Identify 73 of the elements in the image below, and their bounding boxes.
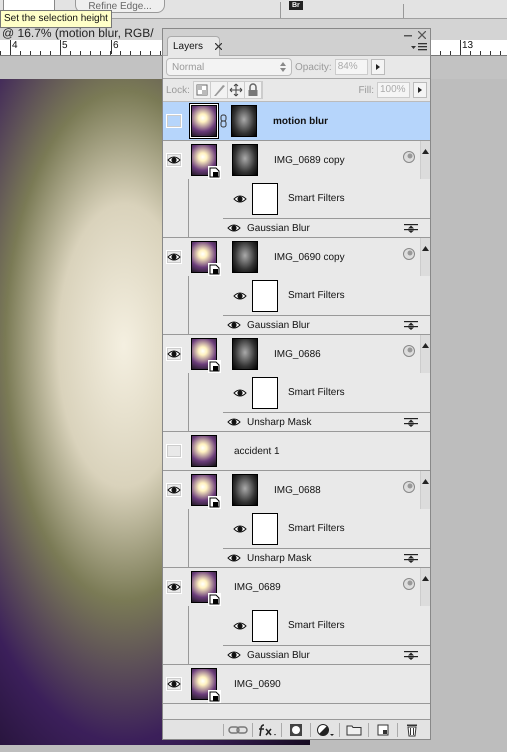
lock-label: Lock: xyxy=(166,84,190,96)
eye-icon[interactable] xyxy=(227,417,241,427)
blending-options-icon[interactable] xyxy=(404,553,418,563)
layer-row[interactable]: IMG_0689 copy xyxy=(163,141,430,179)
layer-name: IMG_0689 xyxy=(234,582,281,592)
eye-icon[interactable] xyxy=(233,620,247,630)
fill-label: Fill: xyxy=(358,84,374,96)
smart-filter-icon xyxy=(402,344,416,358)
ruler-label: 4 xyxy=(10,40,18,54)
eye-icon[interactable] xyxy=(233,388,247,398)
ruler-label: 6 xyxy=(111,40,119,54)
filter-name: Unsharp Mask xyxy=(247,416,312,428)
layer-name: IMG_0689 copy xyxy=(274,154,345,166)
filter-name: Unsharp Mask xyxy=(247,552,312,564)
smart-filters-label: Smart Filters xyxy=(288,620,345,631)
eye-icon[interactable] xyxy=(227,320,241,330)
blending-options-icon[interactable] xyxy=(404,320,418,330)
ruler-label: 13 xyxy=(460,40,474,54)
layer-row[interactable]: accident 1 xyxy=(163,432,430,470)
visibility-toggle[interactable] xyxy=(166,114,182,128)
updown-arrows-icon xyxy=(280,62,286,72)
eye-icon[interactable] xyxy=(227,223,241,233)
layer-name: IMG_0688 xyxy=(274,484,321,496)
filter-mask-thumbnail xyxy=(252,610,278,642)
filter-mask-thumbnail xyxy=(252,182,278,214)
filter-mask-thumbnail xyxy=(252,376,278,408)
smart-filters-label: Smart Filters xyxy=(288,290,345,301)
smart-filters-label: Smart Filters xyxy=(288,387,345,398)
layer-thumbnail xyxy=(191,105,217,137)
layer-thumbnail xyxy=(191,435,217,467)
layer-name: accident 1 xyxy=(234,446,280,456)
smart-filter-icon xyxy=(402,480,416,494)
filter-name: Gaussian Blur xyxy=(247,320,310,330)
filter-mask-thumbnail xyxy=(252,280,278,312)
filter-mask-thumbnail xyxy=(252,512,278,544)
layer-name: motion blur xyxy=(273,116,328,126)
eye-icon[interactable] xyxy=(227,553,241,563)
smart-filters-label: Smart Filters xyxy=(288,193,345,204)
close-icon[interactable] xyxy=(418,31,426,39)
smart-filter-icon xyxy=(402,577,416,591)
layer-name: IMG_0690 copy xyxy=(274,252,345,262)
panel-menu-icon[interactable] xyxy=(411,42,427,51)
tooltip: Set the selection height xyxy=(0,10,112,28)
opacity-label: Opacity: xyxy=(295,62,332,72)
eye-icon[interactable] xyxy=(227,650,241,660)
layer-row[interactable]: IMG_0689 xyxy=(163,568,430,606)
filter-name: Gaussian Blur xyxy=(247,650,310,660)
layer-name: IMG_0690 xyxy=(234,678,281,690)
eye-icon[interactable] xyxy=(233,194,247,204)
smart-filter-icon xyxy=(402,247,416,261)
ruler-label: 5 xyxy=(60,40,68,54)
filter-name: Gaussian Blur xyxy=(247,222,310,234)
layers-tab[interactable]: Layers xyxy=(167,36,220,56)
layer-row[interactable]: motion blur xyxy=(163,102,430,140)
layer-row[interactable]: IMG_0690 copy xyxy=(163,238,430,276)
blending-options-icon[interactable] xyxy=(404,223,418,233)
document-title: @ 16.7% (motion blur, RGB/ xyxy=(2,26,154,40)
smart-filters-label: Smart Filters xyxy=(288,523,345,534)
eye-icon[interactable] xyxy=(233,290,247,300)
move-icon[interactable] xyxy=(228,82,245,98)
refine-edge-button[interactable]: Refine Edge... xyxy=(75,0,165,13)
close-icon[interactable] xyxy=(215,43,222,50)
lock-transparency-icon[interactable] xyxy=(194,82,211,98)
chain-icon[interactable] xyxy=(220,114,227,128)
blending-options-icon[interactable] xyxy=(404,417,418,427)
layer-row[interactable]: IMG_0686 xyxy=(163,335,430,373)
layer-row[interactable]: IMG_0690 xyxy=(163,665,430,703)
smart-filter-icon xyxy=(402,150,416,164)
eye-icon[interactable] xyxy=(233,524,247,534)
blending-options-icon[interactable] xyxy=(404,650,418,660)
layer-row[interactable]: IMG_0688 xyxy=(163,471,430,509)
visibility-toggle[interactable] xyxy=(166,444,182,458)
layer-name: IMG_0686 xyxy=(274,348,321,360)
